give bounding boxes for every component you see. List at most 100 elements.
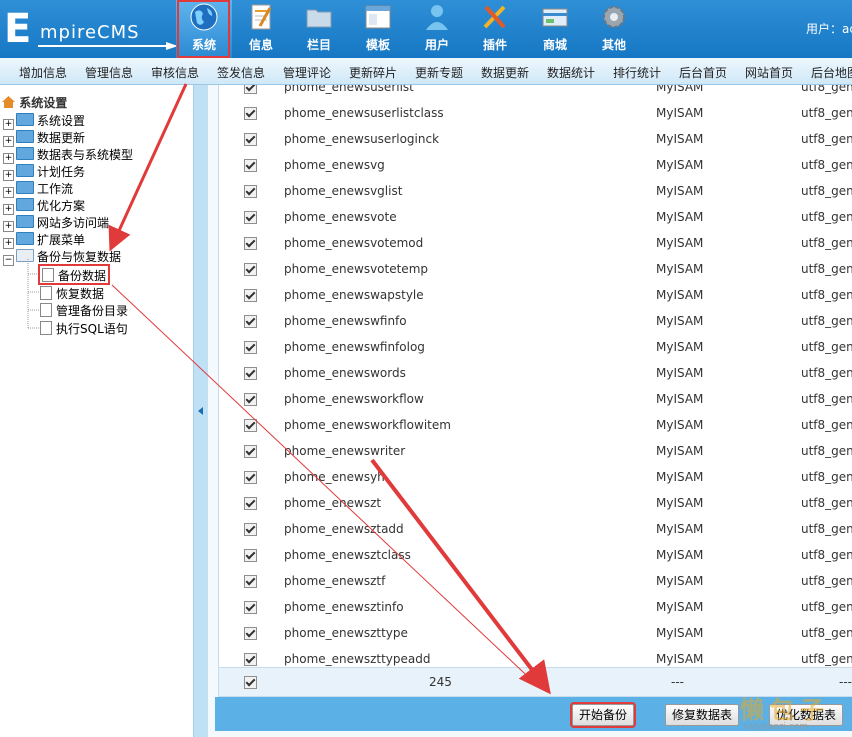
nav-system[interactable]: 系统 <box>176 0 232 58</box>
nav-plugin[interactable]: 插件 <box>467 0 523 58</box>
tree-item-manage-backup-dir[interactable]: 管理备份目录 <box>40 301 128 318</box>
submenu-add-info[interactable]: 增加信息 <box>19 64 67 81</box>
home-icon <box>2 96 15 108</box>
tree-item-restore-data[interactable]: 恢复数据 <box>40 284 104 301</box>
row-checkbox[interactable] <box>244 523 257 536</box>
table-collation: utf8_gen <box>801 548 852 562</box>
repair-tables-button[interactable]: 修复数据表 <box>665 704 740 726</box>
row-checkbox[interactable] <box>244 653 257 666</box>
tree-folder-extend-menu[interactable]: + 扩展菜单 <box>3 231 85 249</box>
main-content: phome_enewsuserlist MyISAM utf8_gen phom… <box>208 85 852 737</box>
table-collation: utf8_gen <box>801 522 852 536</box>
select-all-checkbox[interactable] <box>244 676 257 689</box>
row-checkbox[interactable] <box>244 237 257 250</box>
row-checkbox[interactable] <box>244 85 257 94</box>
submenu-update-topics[interactable]: 更新专题 <box>415 64 463 81</box>
row-checkbox[interactable] <box>244 627 257 640</box>
tree-folder-optimization[interactable]: + 优化方案 <box>3 197 85 215</box>
table-count: 245 <box>429 675 452 689</box>
table-row: phome_enewszttype MyISAM utf8_gen <box>219 620 852 647</box>
tree-folder-multi-access[interactable]: + 网站多访问端 <box>3 214 109 232</box>
row-checkbox[interactable] <box>244 497 257 510</box>
folder-icon <box>16 198 34 211</box>
table-name: phome_enewsvglist <box>284 184 403 198</box>
submenu-data-update[interactable]: 数据更新 <box>481 64 529 81</box>
table-collation: utf8_gen <box>801 85 852 94</box>
row-checkbox[interactable] <box>244 315 257 328</box>
nav-shop[interactable]: 商城 <box>527 0 583 58</box>
tree-folder-scheduled-tasks[interactable]: + 计划任务 <box>3 163 85 181</box>
submenu-rank-stats[interactable]: 排行统计 <box>613 64 661 81</box>
row-checkbox[interactable] <box>244 575 257 588</box>
table-engine: MyISAM <box>656 496 704 510</box>
submenu-audit-info[interactable]: 审核信息 <box>151 64 199 81</box>
submenu-manage-comments[interactable]: 管理评论 <box>283 64 331 81</box>
total-dash: --- <box>671 675 684 689</box>
tree-folder-system-settings[interactable]: + 系统设置 <box>3 112 85 130</box>
row-checkbox[interactable] <box>244 185 257 198</box>
nav-other[interactable]: 其他 <box>586 0 642 58</box>
table-collation: utf8_gen <box>801 600 852 614</box>
row-checkbox[interactable] <box>244 341 257 354</box>
table-name: phome_enewsyh <box>284 470 385 484</box>
total-dash: --- <box>839 675 852 689</box>
table-engine: MyISAM <box>656 652 704 666</box>
nav-column[interactable]: 栏目 <box>291 0 347 58</box>
submenu-admin-map[interactable]: 后台地图 <box>811 64 852 81</box>
table-collation: utf8_gen <box>801 652 852 666</box>
tree-item-backup-data[interactable]: 备份数据 <box>37 264 111 285</box>
row-checkbox[interactable] <box>244 289 257 302</box>
tree-folder-tables-models[interactable]: + 数据表与系统模型 <box>3 146 133 164</box>
row-checkbox[interactable] <box>244 471 257 484</box>
row-checkbox[interactable] <box>244 419 257 432</box>
tree-folder-workflow[interactable]: + 工作流 <box>3 180 73 198</box>
empirecms-logo[interactable]: E mpireCMS <box>4 8 178 52</box>
row-checkbox[interactable] <box>244 367 257 380</box>
table-name: phome_enewszttype <box>284 626 408 640</box>
tree-item-label: 执行SQL语句 <box>56 322 128 336</box>
nav-info[interactable]: 信息 <box>233 0 289 58</box>
nav-label: 系统 <box>191 38 216 52</box>
row-checkbox[interactable] <box>244 133 257 146</box>
row-checkbox[interactable] <box>244 107 257 120</box>
submenu-data-stats[interactable]: 数据统计 <box>547 64 595 81</box>
tree-item-exec-sql[interactable]: 执行SQL语句 <box>40 319 128 336</box>
table-engine: MyISAM <box>656 132 704 146</box>
row-checkbox[interactable] <box>244 263 257 276</box>
row-checkbox[interactable] <box>244 393 257 406</box>
folder-icon <box>16 181 34 194</box>
nav-template[interactable]: 模板 <box>350 0 406 58</box>
gear-icon <box>603 6 625 28</box>
submenu-update-fragments[interactable]: 更新碎片 <box>349 64 397 81</box>
nav-user[interactable]: 用户 <box>409 0 465 58</box>
submenu-admin-home[interactable]: 后台首页 <box>679 64 727 81</box>
table-engine: MyISAM <box>656 470 704 484</box>
collapse-arrow-icon[interactable] <box>198 407 203 415</box>
start-backup-button[interactable]: 开始备份 <box>569 702 637 728</box>
row-checkbox[interactable] <box>244 549 257 562</box>
tree-root[interactable]: 系统设置 <box>2 94 67 111</box>
row-checkbox[interactable] <box>244 159 257 172</box>
table-row: phome_enewsztadd MyISAM utf8_gen <box>219 516 852 543</box>
submenu-sign-info[interactable]: 签发信息 <box>217 64 265 81</box>
table-collation: utf8_gen <box>801 470 852 484</box>
tree-folder-data-update[interactable]: + 数据更新 <box>3 129 85 147</box>
table-row: phome_enewsuserloginck MyISAM utf8_gen <box>219 126 852 153</box>
submenu-site-home[interactable]: 网站首页 <box>745 64 793 81</box>
row-checkbox[interactable] <box>244 211 257 224</box>
tree-root-label: 系统设置 <box>19 96 68 110</box>
table-name: phome_enewszttypeadd <box>284 652 431 666</box>
table-row: phome_enewswriter MyISAM utf8_gen <box>219 438 852 465</box>
row-checkbox[interactable] <box>244 445 257 458</box>
table-collation: utf8_gen <box>801 158 852 172</box>
table-row: phome_enewsworkflow MyISAM utf8_gen <box>219 386 852 413</box>
table-engine: MyISAM <box>656 366 704 380</box>
table-engine: MyISAM <box>656 626 704 640</box>
nav-label: 栏目 <box>306 38 331 52</box>
page-icon <box>40 321 52 335</box>
panel-splitter[interactable] <box>193 85 209 737</box>
row-checkbox[interactable] <box>244 601 257 614</box>
top-header: E mpireCMS 系统 信息 栏目 模板 用户 插件 商城 其他 用户：ac <box>0 0 852 58</box>
submenu-manage-info[interactable]: 管理信息 <box>85 64 133 81</box>
table-row: phome_enewswords MyISAM utf8_gen <box>219 360 852 387</box>
